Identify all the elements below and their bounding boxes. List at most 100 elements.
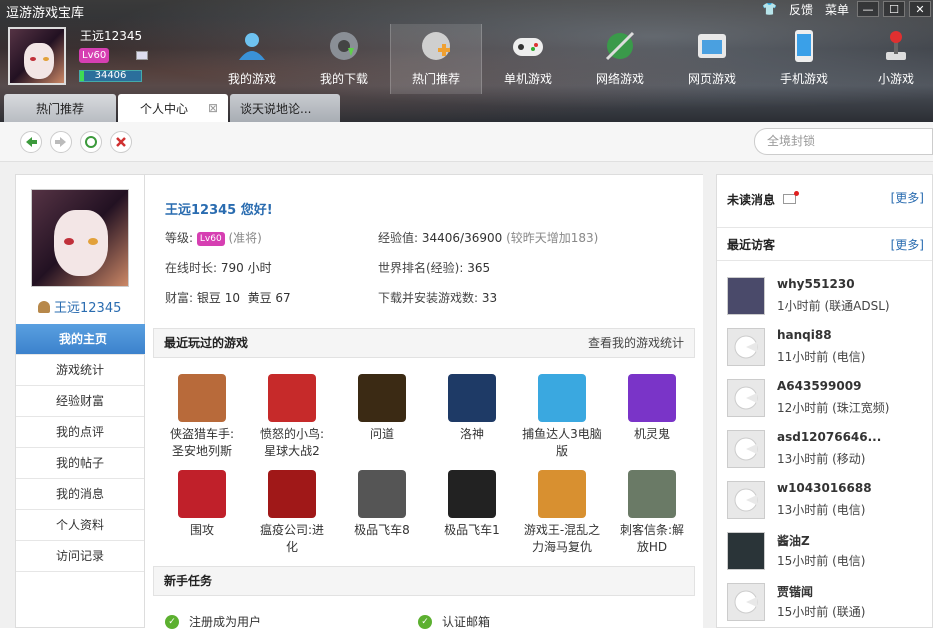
- tab-personal-center[interactable]: 个人中心 ⊠: [118, 94, 228, 122]
- visitor-item[interactable]: asd12076646... 13小时前 (移动): [727, 430, 927, 474]
- game-item[interactable]: 愤怒的小鸟: 星球大战2: [247, 374, 337, 460]
- default-avatar-icon: [727, 379, 765, 417]
- left-sidebar: 王远12345 我的主页 游戏统计 经验财富 我的点评 我的帖子 我的消息 个人…: [15, 174, 150, 628]
- recent-games-grid: 侠盗猎车手: 圣安地列斯 愤怒的小鸟: 星球大战2 问道 洛神 捕鱼达人3电脑 …: [157, 374, 697, 556]
- stop-icon[interactable]: [110, 131, 132, 153]
- sidebar-username[interactable]: 王远12345: [38, 297, 121, 316]
- game-item[interactable]: 捕鱼达人3电脑 版: [517, 374, 607, 460]
- sidebar-item-posts[interactable]: 我的帖子: [16, 448, 144, 479]
- nav-my-games[interactable]: 我的游戏: [206, 24, 298, 94]
- profile-main: 王远12345 您好! 等级: Lv60 (准将) 经验值: 34406/369…: [145, 174, 703, 630]
- game-item[interactable]: 刺客信条:解 放HD: [607, 470, 697, 556]
- mail-icon[interactable]: [136, 51, 148, 60]
- refresh-icon[interactable]: [80, 131, 102, 153]
- rank-info: 世界排名(经验): 365: [378, 261, 491, 275]
- downloads-info: 下载并安装游戏数: 33: [378, 291, 498, 305]
- sidebar-menu: 我的主页 游戏统计 经验财富 我的点评 我的帖子 我的消息 个人资料 访问记录: [16, 324, 150, 572]
- visitor-item[interactable]: w1043016688 13小时前 (电信): [727, 481, 927, 525]
- game-icon: [268, 374, 316, 422]
- game-item[interactable]: 极品飞车8: [337, 470, 427, 556]
- app-header: 逗游游戏宝库 👕 反馈 菜单 — ☐ ✕ 王远12345 Lv60 34406 …: [0, 0, 933, 122]
- skin-icon[interactable]: 👕: [762, 2, 777, 16]
- forward-arrow-icon[interactable]: [50, 131, 72, 153]
- new-user-tasks-header: 新手任务: [153, 566, 695, 596]
- tab-hot-recommend[interactable]: 热门推荐: [4, 94, 116, 122]
- wealth-info: 财富: 银豆 10 黄豆 67: [165, 291, 291, 305]
- nav-mini-games[interactable]: 小游戏: [850, 24, 933, 94]
- nav-single-games[interactable]: 单机游戏: [482, 24, 574, 94]
- visitor-avatar: [727, 277, 765, 315]
- user-avatar[interactable]: [8, 27, 66, 85]
- visitor-item[interactable]: 酱油Z 15小时前 (电信): [727, 532, 927, 576]
- nav-hot-recommend[interactable]: 热门推荐: [390, 24, 482, 94]
- nav-my-downloads[interactable]: 我的下载: [298, 24, 390, 94]
- level-badge: Lv60: [79, 48, 110, 63]
- close-button[interactable]: ✕: [909, 1, 931, 17]
- feedback-link[interactable]: 反馈: [789, 1, 813, 18]
- game-icon: [448, 374, 496, 422]
- game-item[interactable]: 问道: [337, 374, 427, 460]
- visitor-item[interactable]: hanqi88 11小时前 (电信): [727, 328, 927, 372]
- user-icon: [38, 300, 50, 313]
- default-avatar-icon: [727, 430, 765, 468]
- visitor-item[interactable]: why551230 1小时前 (联通ADSL): [727, 277, 927, 321]
- game-item[interactable]: 机灵鬼: [607, 374, 697, 460]
- minimize-button[interactable]: —: [857, 1, 879, 17]
- game-item[interactable]: 极品飞车1: [427, 470, 517, 556]
- default-avatar-icon: [727, 481, 765, 519]
- task-verify-email: ✓ 认证邮箱: [418, 613, 490, 630]
- exp-info: 经验值: 34406/36900 (较昨天增加183): [378, 231, 599, 245]
- game-item[interactable]: 围攻: [157, 470, 247, 556]
- game-item[interactable]: 游戏王-混乱之 力海马复仇: [517, 470, 607, 556]
- sidebar-item-exp-wealth[interactable]: 经验财富: [16, 386, 144, 417]
- game-item[interactable]: 侠盗猎车手: 圣安地列斯: [157, 374, 247, 460]
- gamepad-icon: [510, 28, 546, 64]
- game-stats-link[interactable]: 查看我的游戏统计: [588, 329, 684, 357]
- visitors-more-link[interactable]: [更多]: [891, 236, 924, 253]
- nav-web-games[interactable]: 网页游戏: [666, 24, 758, 94]
- sword-globe-icon: [602, 28, 638, 64]
- game-item[interactable]: 洛神: [427, 374, 517, 460]
- check-icon: ✓: [165, 614, 179, 629]
- check-icon: ✓: [418, 614, 432, 629]
- game-icon: [628, 470, 676, 518]
- game-item[interactable]: 瘟疫公司:进 化: [247, 470, 337, 556]
- game-icon: [358, 470, 406, 518]
- level-badge-small: Lv60: [196, 231, 225, 246]
- default-avatar-icon: [727, 583, 765, 621]
- hot-recommend-icon: [418, 28, 454, 64]
- exp-bar-value: 34406: [94, 70, 127, 81]
- header-username[interactable]: 王远12345: [80, 27, 142, 44]
- window-controls: 👕 反馈 菜单 — ☐ ✕: [756, 0, 933, 18]
- visitor-item[interactable]: 贾锴闻 15小时前 (联通): [727, 583, 927, 627]
- game-icon: [448, 470, 496, 518]
- online-info: 在线时长: 790 小时: [165, 261, 272, 275]
- sidebar-item-messages[interactable]: 我的消息: [16, 479, 144, 510]
- unread-messages-title: 未读消息: [727, 191, 800, 208]
- web-games-icon: [694, 28, 730, 64]
- game-icon: [538, 374, 586, 422]
- visitor-item[interactable]: A643599009 12小时前 (珠江宽频): [727, 379, 927, 423]
- back-arrow-icon[interactable]: [20, 131, 42, 153]
- sidebar-item-profile[interactable]: 个人资料: [16, 510, 144, 541]
- messages-more-link[interactable]: [更多]: [891, 189, 924, 206]
- game-icon: [628, 374, 676, 422]
- tab-forum[interactable]: 谈天说地论...: [230, 94, 340, 122]
- tab-close-icon[interactable]: ⊠: [208, 101, 218, 115]
- profile-avatar[interactable]: [31, 189, 129, 287]
- sidebar-item-home[interactable]: 我的主页: [16, 324, 150, 355]
- maximize-button[interactable]: ☐: [883, 1, 905, 17]
- nav-online-games[interactable]: 网络游戏: [574, 24, 666, 94]
- menu-link[interactable]: 菜单: [825, 1, 849, 18]
- game-icon: [538, 470, 586, 518]
- greeting: 王远12345 您好!: [165, 203, 273, 218]
- sidebar-item-game-stats[interactable]: 游戏统计: [16, 355, 144, 386]
- sidebar-item-visit-log[interactable]: 访问记录: [16, 541, 144, 572]
- nav-mobile-games[interactable]: 手机游戏: [758, 24, 850, 94]
- default-avatar-icon: [727, 328, 765, 366]
- search-input[interactable]: 全境封锁: [754, 128, 933, 155]
- level-info: 等级: Lv60 (准将): [165, 231, 262, 246]
- app-title: 逗游游戏宝库: [6, 6, 85, 21]
- visitor-avatar: [727, 532, 765, 570]
- sidebar-item-reviews[interactable]: 我的点评: [16, 417, 144, 448]
